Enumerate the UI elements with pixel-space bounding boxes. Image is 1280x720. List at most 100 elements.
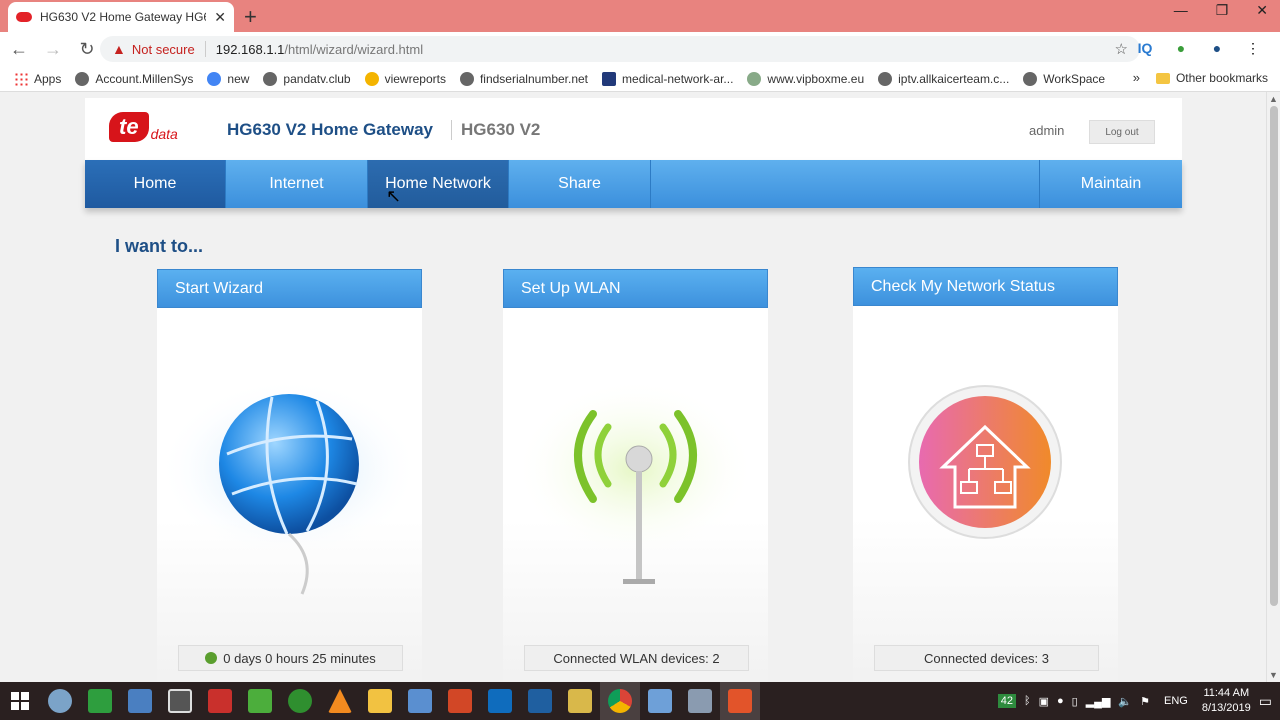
nav-home[interactable]: Home bbox=[85, 160, 226, 208]
chrome-tray-icon[interactable]: ● bbox=[1057, 695, 1064, 707]
chrome-icon[interactable] bbox=[600, 682, 640, 720]
scanner-app-icon[interactable] bbox=[640, 682, 680, 720]
minimize-button[interactable]: — bbox=[1174, 2, 1188, 19]
bookmark-item[interactable]: findserialnumber.net bbox=[459, 71, 588, 86]
browser-tab[interactable]: HG630 V2 Home Gateway HG630 ✕ bbox=[8, 2, 234, 32]
globe-icon bbox=[1023, 71, 1038, 86]
bookmark-item[interactable]: www.vipboxme.eu bbox=[747, 71, 864, 86]
bluetooth-icon[interactable]: ᛒ bbox=[1024, 695, 1031, 707]
language-indicator[interactable]: ENG bbox=[1164, 695, 1188, 707]
close-window-button[interactable]: ✕ bbox=[1256, 2, 1268, 19]
powerpoint-icon[interactable] bbox=[440, 682, 480, 720]
start-button[interactable] bbox=[0, 682, 40, 720]
header-divider bbox=[451, 120, 452, 140]
outlook-icon[interactable] bbox=[480, 682, 520, 720]
other-bookmarks[interactable]: Other bookmarks bbox=[1155, 71, 1268, 85]
globe-extension-icon[interactable]: ● bbox=[1172, 40, 1190, 57]
extension-icons: IQ ● ● ⋮ bbox=[1136, 40, 1262, 57]
nav-internet[interactable]: Internet bbox=[226, 160, 368, 208]
not-secure-label[interactable]: Not secure bbox=[132, 42, 195, 57]
tab-close-icon[interactable]: ✕ bbox=[214, 9, 226, 26]
section-title: I want to... bbox=[115, 236, 203, 256]
network-status-card[interactable]: Check My Network Status Connected device… bbox=[853, 267, 1118, 682]
router-header: te data HG630 V2 Home Gateway HG630 V2 a… bbox=[85, 98, 1182, 160]
forward-arrow-icon[interactable]: → bbox=[38, 39, 68, 60]
logout-button[interactable]: Log out bbox=[1089, 120, 1155, 144]
globe-app-icon[interactable] bbox=[280, 682, 320, 720]
file-explorer-icon[interactable] bbox=[360, 682, 400, 720]
control-panel-icon[interactable] bbox=[400, 682, 440, 720]
connected-devices-status: Connected devices: 3 bbox=[874, 645, 1099, 671]
globe-icon bbox=[878, 71, 893, 86]
window-controls: — ❐ ✕ bbox=[1174, 2, 1268, 19]
camtasia-recorder-icon[interactable] bbox=[720, 682, 760, 720]
windows-logo-icon bbox=[11, 692, 29, 710]
tray-badge[interactable]: 42 bbox=[997, 694, 1016, 708]
bookmark-item[interactable]: new bbox=[207, 71, 249, 86]
back-arrow-icon[interactable]: ← bbox=[4, 39, 34, 60]
start-wizard-card[interactable]: Start Wizard 0 days 0 hours 25 minutes bbox=[157, 269, 422, 682]
task-view-icon[interactable] bbox=[160, 682, 200, 720]
tools-app-icon[interactable] bbox=[560, 682, 600, 720]
tab-title: HG630 V2 Home Gateway HG630 bbox=[40, 10, 207, 24]
tedata-favicon-icon bbox=[16, 12, 32, 22]
setup-wlan-card[interactable]: Set Up WLAN Connected WLAN devices: 2 bbox=[503, 269, 768, 682]
scroll-up-icon[interactable]: ▲ bbox=[1269, 94, 1278, 104]
url-host: 192.168.1.1 bbox=[215, 41, 285, 57]
bookmark-item[interactable]: Account.MillenSys bbox=[75, 71, 193, 86]
card-title[interactable]: Check My Network Status bbox=[853, 267, 1118, 306]
scroll-thumb[interactable] bbox=[1270, 106, 1278, 606]
camtasia-icon[interactable] bbox=[240, 682, 280, 720]
globe-icon bbox=[75, 71, 90, 86]
store-app-icon[interactable] bbox=[80, 682, 120, 720]
wifi-signal-icon[interactable]: ▂▄▆ bbox=[1086, 695, 1111, 708]
model-name: HG630 V2 bbox=[461, 120, 541, 139]
bookmarks-bar: Apps Account.MillenSys new pandatv.club … bbox=[0, 66, 1280, 92]
router-page: te data HG630 V2 Home Gateway HG630 V2 a… bbox=[0, 92, 1266, 682]
bookmark-item[interactable]: iptv.allkaicerteam.c... bbox=[878, 71, 1009, 86]
mouse-cursor-icon: ↖ bbox=[386, 186, 402, 206]
wifi-antenna-icon bbox=[515, 379, 755, 584]
battery-icon[interactable]: ▯ bbox=[1072, 695, 1078, 708]
virtualbox-icon[interactable] bbox=[520, 682, 560, 720]
system-tray: 42 ᛒ ▣ ● ▯ ▂▄▆ 🔈 ⚑ ENG 11:44 AM 8/13/201… bbox=[997, 682, 1272, 720]
windows-taskbar: 42 ᛒ ▣ ● ▯ ▂▄▆ 🔈 ⚑ ENG 11:44 AM 8/13/201… bbox=[0, 682, 1280, 720]
taskbar-clock[interactable]: 11:44 AM 8/13/2019 bbox=[1202, 686, 1251, 716]
network-tray-icon[interactable]: ▣ bbox=[1039, 695, 1049, 708]
bookmark-star-icon[interactable]: ☆ bbox=[1115, 40, 1128, 58]
reload-icon[interactable]: ↻ bbox=[72, 39, 102, 60]
volume-icon[interactable]: 🔈 bbox=[1118, 695, 1132, 708]
bookmark-apps[interactable]: Apps bbox=[14, 71, 61, 86]
calculator-icon[interactable] bbox=[680, 682, 720, 720]
nav-maintain[interactable]: Maintain bbox=[1040, 160, 1182, 208]
scroll-down-icon[interactable]: ▼ bbox=[1269, 670, 1278, 680]
iq-extension-icon[interactable]: IQ bbox=[1136, 40, 1154, 57]
globe-icon bbox=[459, 71, 474, 86]
page-scrollbar[interactable]: ▲ ▼ bbox=[1266, 92, 1280, 682]
card-title[interactable]: Start Wizard bbox=[157, 269, 422, 308]
restore-button[interactable]: ❐ bbox=[1216, 2, 1229, 19]
notifications-icon[interactable]: ▭ bbox=[1259, 693, 1272, 710]
bookmark-item[interactable]: medical-network-ar... bbox=[602, 71, 733, 86]
bookmark-item[interactable]: viewreports bbox=[364, 71, 446, 86]
nav-share[interactable]: Share bbox=[509, 160, 651, 208]
card-title[interactable]: Set Up WLAN bbox=[503, 269, 768, 308]
menu-dots-icon[interactable]: ⋮ bbox=[1244, 40, 1262, 57]
home-network-icon bbox=[908, 385, 1062, 539]
new-tab-button[interactable]: + bbox=[244, 4, 257, 30]
paint-app-icon[interactable] bbox=[40, 682, 80, 720]
acrobat-icon[interactable] bbox=[200, 682, 240, 720]
profile-avatar-icon[interactable]: ● bbox=[1208, 40, 1226, 57]
wlan-devices-status: Connected WLAN devices: 2 bbox=[524, 645, 749, 671]
bookmark-item[interactable]: WorkSpace bbox=[1023, 71, 1105, 86]
remote-desktop-icon[interactable] bbox=[120, 682, 160, 720]
warning-icon: ▲ bbox=[112, 41, 126, 57]
drive-icon bbox=[364, 71, 379, 86]
bookmark-item[interactable]: pandatv.club bbox=[263, 71, 351, 86]
bookmarks-overflow-button[interactable]: » bbox=[1133, 70, 1140, 85]
flag-icon[interactable]: ⚑ bbox=[1140, 695, 1150, 708]
address-bar[interactable]: ▲ Not secure 192.168.1.1 /html/wizard/wi… bbox=[100, 36, 1140, 62]
vlc-icon[interactable] bbox=[320, 682, 360, 720]
tedata-logo: te data bbox=[109, 112, 178, 142]
browser-tab-strip: HG630 V2 Home Gateway HG630 ✕ + — ❐ ✕ bbox=[0, 0, 1280, 32]
